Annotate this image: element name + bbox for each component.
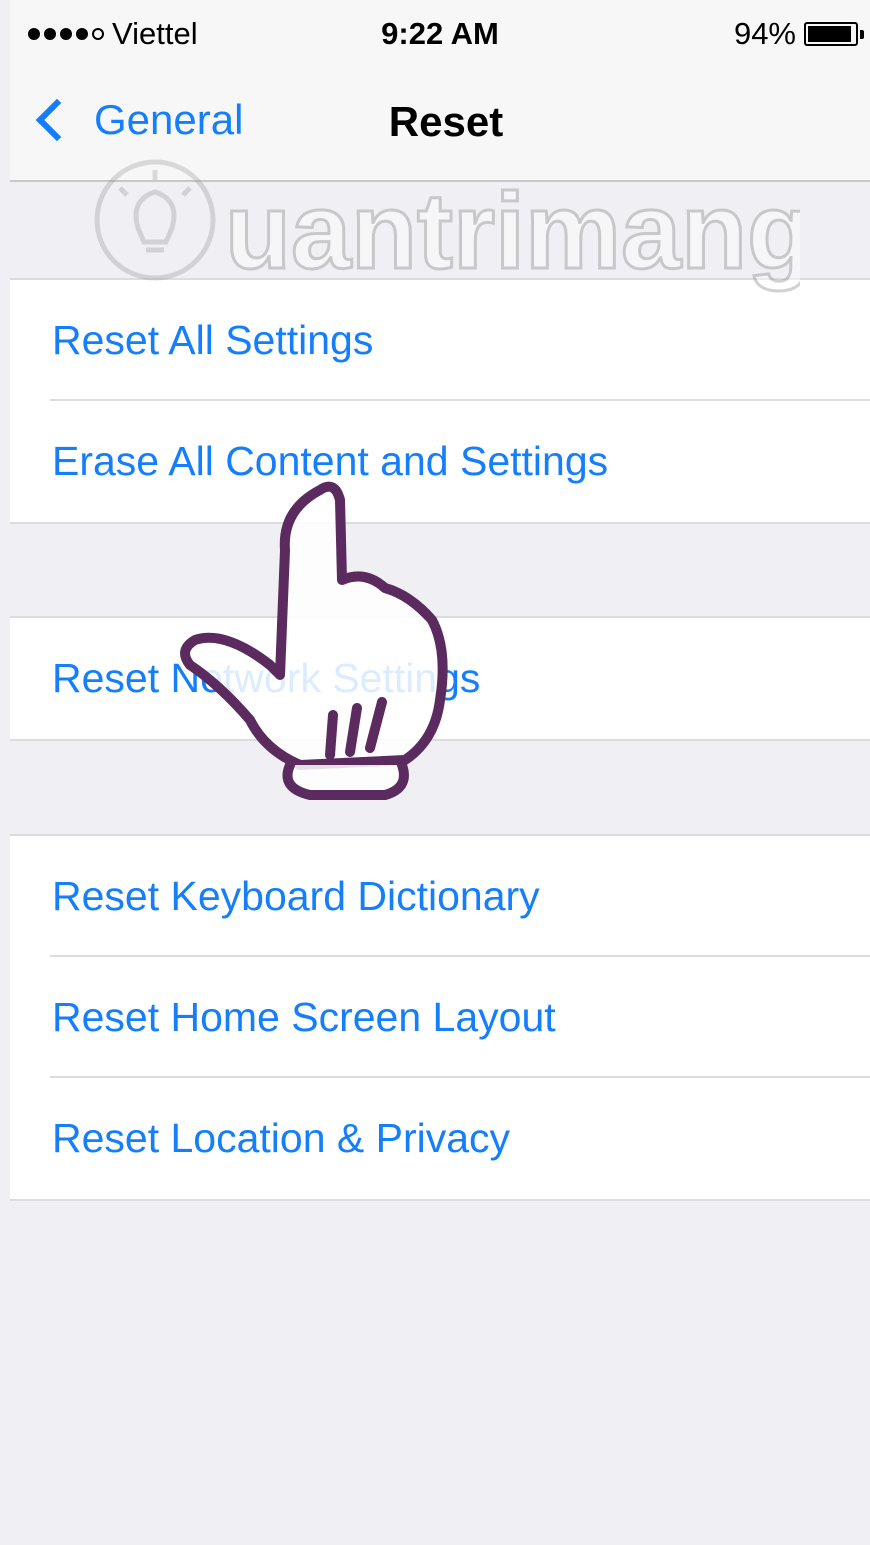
reset-location-privacy-row[interactable]: Reset Location & Privacy [10,1078,870,1199]
status-bar: Viettel 9:22 AM 94% [10,0,870,70]
battery-indicator: 94% [734,16,864,52]
reset-home-screen-layout-row[interactable]: Reset Home Screen Layout [10,957,870,1078]
reset-all-settings-label: Reset All Settings [52,317,374,363]
battery-icon [804,22,858,46]
reset-keyboard-dictionary-label: Reset Keyboard Dictionary [52,873,540,919]
reset-settings-screen: Viettel 9:22 AM 94% General Reset Reset … [10,0,870,1545]
battery-fill [808,26,851,42]
reset-all-settings-row[interactable]: Reset All Settings [10,280,870,401]
erase-all-content-label: Erase All Content and Settings [52,438,609,484]
erase-all-content-row[interactable]: Erase All Content and Settings [10,401,870,522]
battery-tip [860,29,864,39]
reset-group-network: Reset Network Settings [10,616,870,741]
reset-group-other: Reset Keyboard Dictionary Reset Home Scr… [10,834,870,1201]
reset-keyboard-dictionary-row[interactable]: Reset Keyboard Dictionary [10,836,870,957]
page-title: Reset [388,98,504,145]
reset-group-primary: Reset All Settings Erase All Content and… [10,278,870,524]
battery-percent: 94% [733,16,796,51]
reset-network-settings-row[interactable]: Reset Network Settings [10,618,870,739]
reset-home-screen-layout-label: Reset Home Screen Layout [52,994,556,1040]
reset-location-privacy-label: Reset Location & Privacy [52,1115,511,1161]
navigation-bar: General Reset [10,70,870,182]
reset-network-settings-label: Reset Network Settings [52,655,481,701]
watermark-text: uantrimang [225,170,800,291]
